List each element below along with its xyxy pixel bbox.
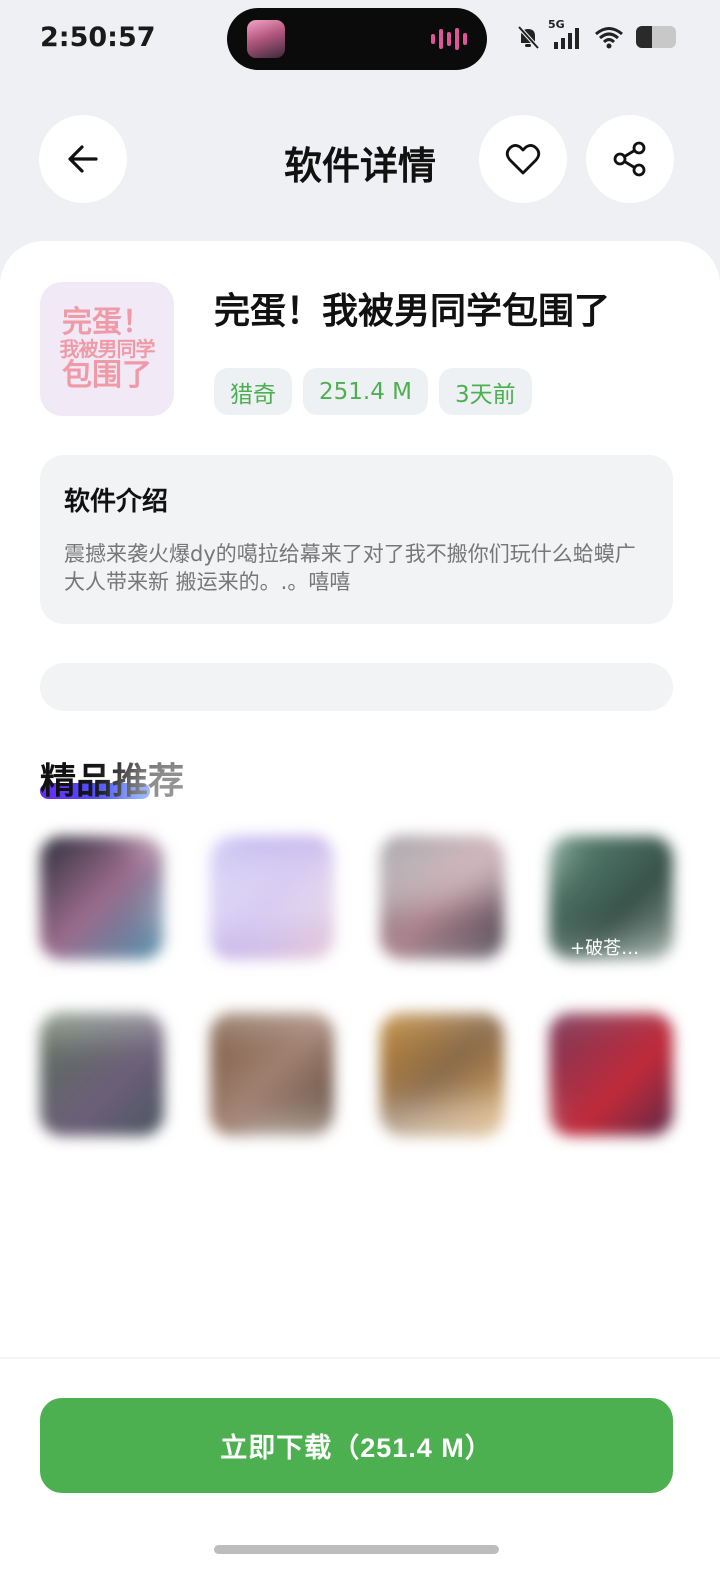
heart-icon (505, 144, 541, 175)
download-button[interactable]: 立即下载（251.4 M） (40, 1398, 673, 1493)
recommended-app-1[interactable] (40, 836, 164, 960)
intro-card: 软件介绍 震撼来袭火爆dy的噶拉给幕来了对了我不搬你们玩什么蛤蟆广大人带来新 搬… (40, 455, 673, 624)
size-tag: 251.4 M (303, 368, 428, 415)
back-button[interactable] (39, 115, 127, 203)
media-thumbnail (247, 20, 285, 58)
home-indicator[interactable] (214, 1545, 499, 1554)
wifi-icon (595, 27, 623, 49)
share-icon (613, 141, 646, 177)
status-icons: 5G (516, 18, 676, 50)
mute-bell-icon (517, 25, 540, 50)
app-name: 完蛋！我被男同学包围了 (214, 291, 611, 332)
intro-title: 软件介绍 (64, 487, 169, 517)
intro-text: 震撼来袭火爆dy的噶拉给幕来了对了我不搬你们玩什么蛤蟆广大人带来新 搬运来的。.… (64, 542, 636, 594)
signal-icon: 5G (548, 18, 582, 50)
bottom-divider (0, 1357, 720, 1359)
status-time: 2:50:57 (40, 22, 156, 53)
arrow-left-icon (68, 145, 98, 173)
app-icon: 完蛋！ 我被男同学 包围了 (40, 282, 174, 416)
page-title: 软件详情 (283, 144, 436, 188)
audio-wave-icon (431, 28, 467, 50)
updated-tag: 3天前 (439, 368, 532, 415)
status-bar: 2:50:57 5G (0, 0, 720, 80)
category-tag[interactable]: 猎奇 (214, 368, 292, 415)
battery-icon (636, 26, 676, 48)
placeholder-bar (40, 663, 673, 711)
app-tags: 猎奇 251.4 M 3天前 (214, 368, 532, 415)
favorite-button[interactable] (479, 115, 567, 203)
share-button[interactable] (586, 115, 674, 203)
dynamic-island[interactable] (227, 8, 487, 70)
recommended-app-8[interactable] (549, 1012, 673, 1136)
